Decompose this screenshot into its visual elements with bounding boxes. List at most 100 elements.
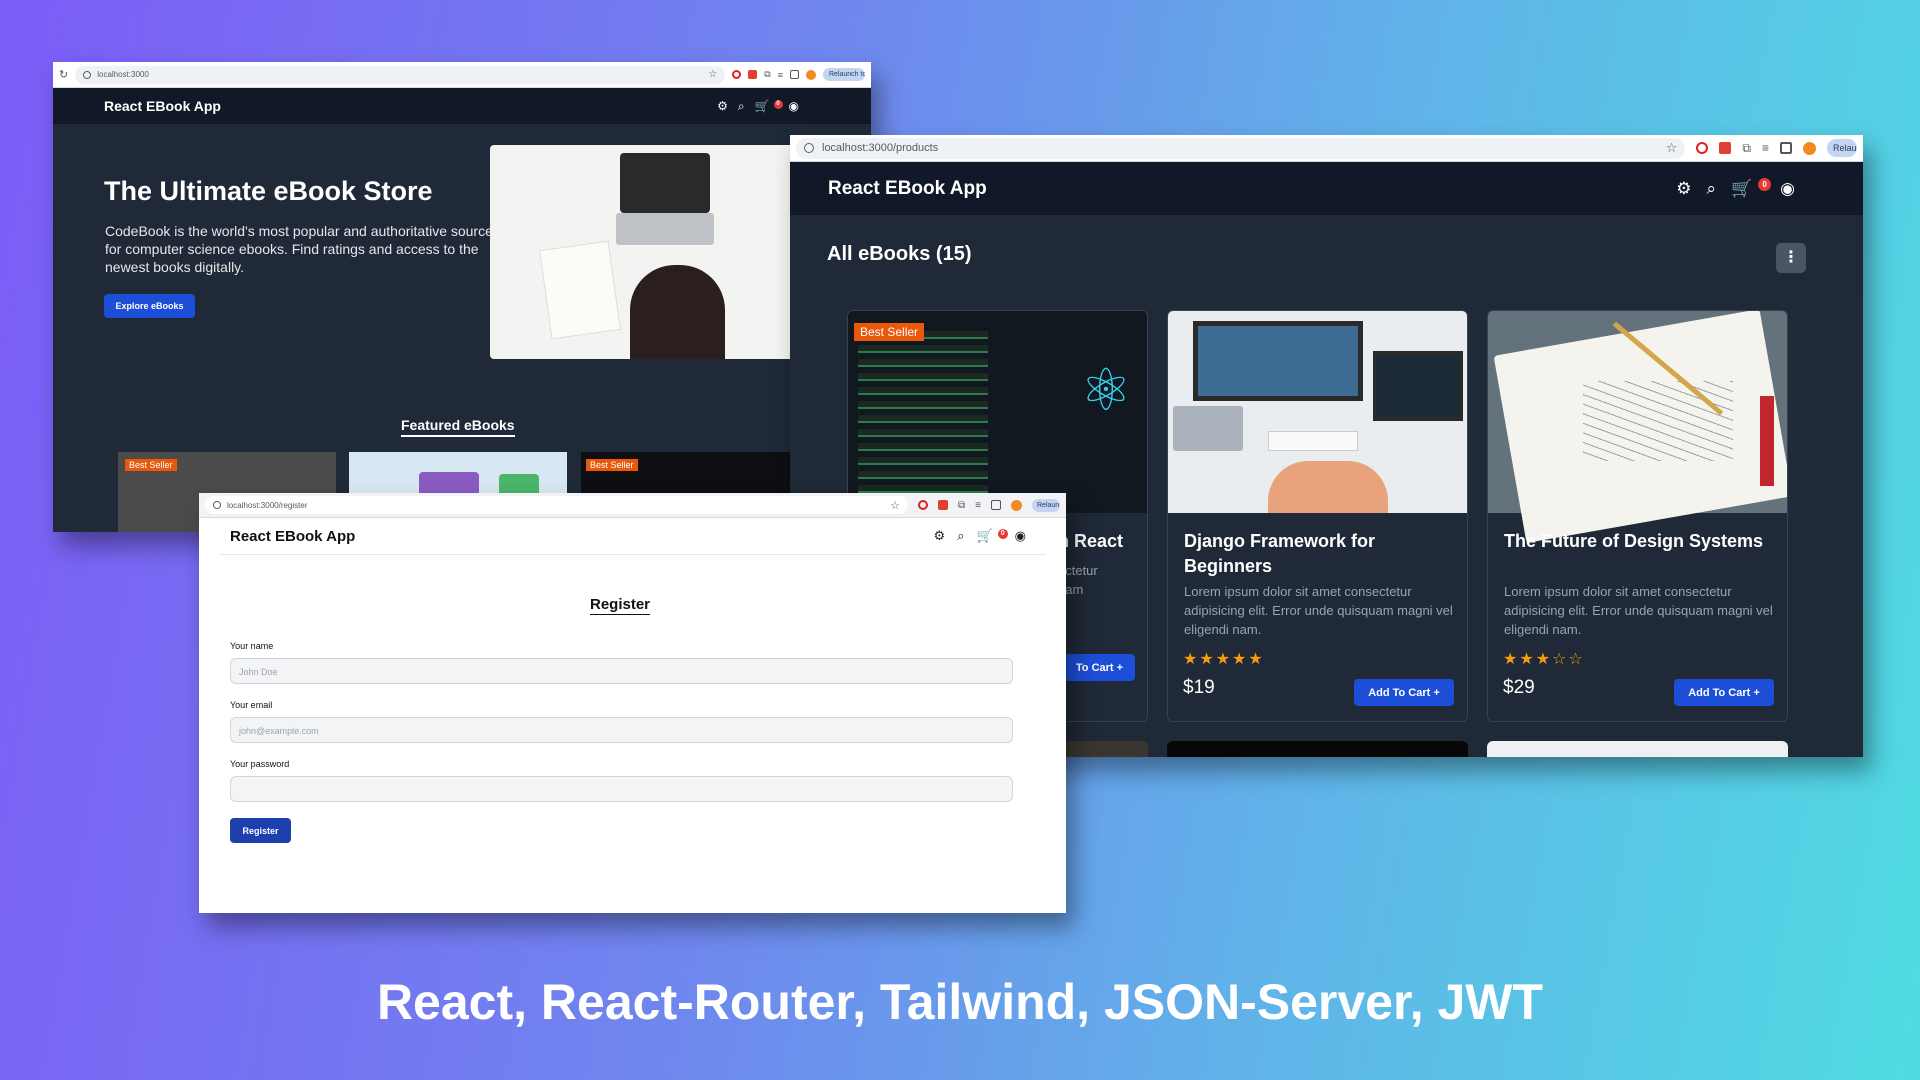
user-icon[interactable]: ◉ [789,99,799,113]
opera-extension-icon[interactable] [918,500,929,510]
pdf-extension-icon[interactable] [748,70,758,79]
profile-avatar-icon[interactable] [806,69,816,80]
best-seller-tag: Best Seller [586,459,638,471]
bookmark-star-icon[interactable]: ☆ [890,499,900,512]
hero-text: CodeBook is the world's most popular and… [105,223,493,275]
reload-icon[interactable]: ↻ [59,68,68,81]
add-to-cart-button[interactable]: Add To Cart + [1354,679,1454,706]
product-card[interactable] [1487,741,1788,757]
relaunch-button[interactable]: Relaun [1032,498,1060,512]
product-description: Lorem ipsum dolor sit amet consectetur a… [1184,584,1453,637]
side-panel-icon[interactable] [991,500,1001,510]
browser-toolbar: ↻ localhost:3000 ☆ ⧉ ≡ Relaunch to [53,62,871,88]
rating-stars: ★★★★★ [1183,651,1265,668]
relaunch-button[interactable]: Relau [1827,139,1857,157]
bookmark-star-icon[interactable]: ☆ [708,69,717,80]
product-title: The Future of Design Systems [1504,531,1764,551]
address-bar[interactable]: localhost:3000 ☆ [75,65,726,84]
add-to-cart-button[interactable]: Add To Cart + [1674,679,1774,706]
cart-count-badge: 0 [1758,177,1772,191]
add-to-cart-button[interactable]: To Cart + [1064,654,1135,681]
profile-avatar-icon[interactable] [1803,141,1816,155]
name-input[interactable]: John Doe [230,658,1013,684]
cart-icon[interactable]: 🛒 0 [755,99,783,114]
top-navbar: React EBook App ⚙ ⌕ 🛒 0 ◉ [53,88,871,124]
browser-toolbar: localhost:3000/products ☆ ⧉ ≡ Relau [790,135,1863,162]
cart-count-badge: 0 [997,529,1008,539]
search-icon[interactable]: ⌕ [738,99,745,114]
user-icon[interactable]: ◉ [1780,179,1795,199]
email-input[interactable]: john@example.com [230,717,1013,743]
laptop-keyboard [616,213,714,245]
media-icon[interactable]: ≡ [778,70,783,80]
brand-logo[interactable]: React EBook App [828,178,987,200]
product-price: $29 [1503,677,1535,698]
bookmark-star-icon[interactable]: ☆ [1666,140,1678,156]
gear-icon[interactable]: ⚙ [717,99,728,113]
opera-extension-icon[interactable] [1696,142,1709,154]
product-card[interactable] [1167,741,1468,757]
puzzle-extension-icon[interactable]: ⧉ [1742,141,1751,156]
address-bar-url: localhost:3000 [97,70,149,79]
name-label: Your name [230,641,274,651]
product-price: $19 [1183,677,1215,698]
person-shape [630,265,725,359]
register-heading: Register [590,596,651,615]
hero-title: The Ultimate eBook Store [104,176,433,206]
pdf-extension-icon[interactable] [1719,142,1732,154]
address-bar[interactable]: localhost:3000/register ☆ [205,496,909,514]
nav-icons: ⚙ ⌕ 🛒 0 ◉ [934,528,1026,544]
puzzle-extension-icon[interactable]: ⧉ [764,69,770,80]
opera-extension-icon[interactable] [732,70,742,79]
gear-icon[interactable]: ⚙ [934,528,946,544]
laptop-shape [620,153,710,213]
product-image: ⚛ [848,311,1147,513]
home-window: ↻ localhost:3000 ☆ ⧉ ≡ Relaunch to React… [53,62,871,532]
site-info-icon[interactable] [83,70,92,79]
side-panel-icon[interactable] [790,70,799,79]
product-image [1168,311,1467,513]
product-description: Lorem ipsum dolor sit amet consectetur a… [1504,584,1773,637]
product-title: n React [1058,531,1124,551]
address-bar[interactable]: localhost:3000/products ☆ [796,137,1686,159]
media-icon[interactable]: ≡ [1762,141,1769,155]
products-heading: All eBooks (15) [827,243,972,265]
register-window: localhost:3000/register ☆ ⧉ ≡ Relaun Rea… [199,493,1066,913]
cart-icon[interactable]: 🛒 0 [1731,177,1772,199]
top-navbar: React EBook App ⚙ ⌕ 🛒 0 ◉ [790,162,1863,215]
search-icon[interactable]: ⌕ [1706,179,1716,199]
side-panel-icon[interactable] [1780,142,1792,154]
user-icon[interactable]: ◉ [1015,528,1026,544]
filter-menu-button[interactable]: ⋮ [1776,243,1806,273]
gear-icon[interactable]: ⚙ [1676,179,1691,199]
site-info-icon[interactable] [804,143,814,153]
search-icon[interactable]: ⌕ [957,528,964,544]
featured-title: Featured eBooks [401,417,515,437]
profile-avatar-icon[interactable] [1011,499,1022,511]
site-info-icon[interactable] [213,501,221,509]
cart-count-badge: 0 [773,99,783,109]
top-navbar: React EBook App ⚙ ⌕ 🛒 0 ◉ [219,518,1046,555]
address-bar-url: localhost:3000/products [822,142,939,154]
product-card[interactable]: The Future of Design Systems Lorem ipsum… [1487,310,1788,722]
pdf-extension-icon[interactable] [938,500,949,510]
rating-stars: ★★★☆☆ [1503,651,1585,668]
browser-toolbar: localhost:3000/register ☆ ⧉ ≡ Relaun [199,493,1066,518]
register-button[interactable]: Register [230,818,291,843]
explore-ebooks-button[interactable]: Explore eBooks [104,294,195,318]
notebook-shape [539,240,621,340]
react-logo-icon: ⚛ [1080,358,1132,423]
brand-logo[interactable]: React EBook App [104,98,221,114]
product-card[interactable]: Django Framework for Beginners Lorem ips… [1167,310,1468,722]
cart-icon[interactable]: 🛒 0 [976,528,1008,544]
password-input[interactable] [230,776,1013,802]
best-seller-tag: Best Seller [854,323,925,341]
product-image [1488,311,1787,543]
brand-logo[interactable]: React EBook App [230,528,355,545]
puzzle-extension-icon[interactable]: ⧉ [958,500,965,511]
relaunch-button[interactable]: Relaunch to [823,68,865,81]
tech-stack-caption: React, React-Router, Tailwind, JSON-Serv… [376,974,1544,1030]
media-icon[interactable]: ≡ [975,500,981,511]
address-bar-url: localhost:3000/register [227,500,308,510]
nav-icons: ⚙ ⌕ 🛒 0 ◉ [717,99,799,114]
